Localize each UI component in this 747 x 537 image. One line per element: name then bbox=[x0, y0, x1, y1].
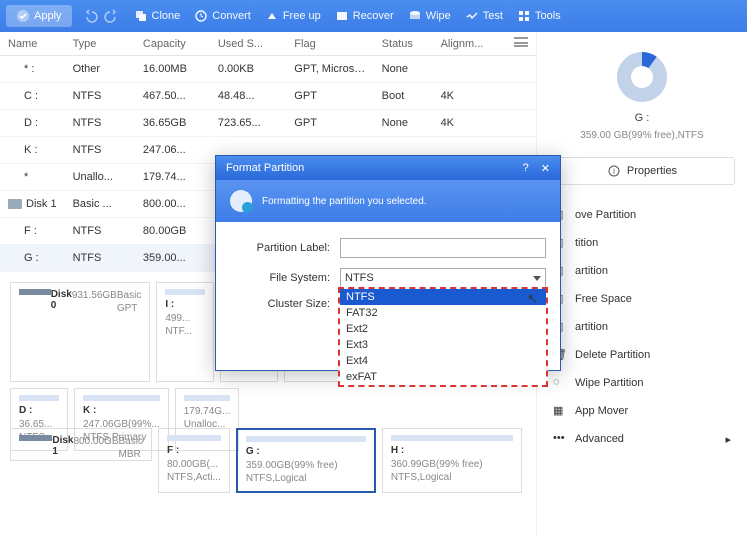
svg-text:i: i bbox=[613, 167, 615, 176]
partition-card[interactable]: H :360.99GB(99% free)NTFS,Logical bbox=[382, 428, 522, 493]
properties-button[interactable]: i Properties bbox=[549, 157, 735, 185]
help-icon[interactable]: ? bbox=[523, 162, 529, 175]
col-align[interactable]: Alignm... bbox=[433, 32, 506, 56]
convert-button[interactable]: Convert bbox=[190, 9, 255, 23]
disk1-row: Disk 1800.00GBBasic MBRF :80.00GB(...NTF… bbox=[0, 424, 536, 503]
close-icon[interactable]: ✕ bbox=[541, 162, 550, 175]
filesystem-select[interactable]: NTFS bbox=[340, 268, 546, 288]
dialog-subtitle-bar: Formatting the partition you selected. bbox=[216, 180, 560, 222]
clone-icon bbox=[134, 9, 148, 23]
filesystem-option[interactable]: Ext3 bbox=[340, 337, 546, 353]
col-type[interactable]: Type bbox=[65, 32, 135, 56]
filesystem-option[interactable]: exFAT bbox=[340, 369, 546, 385]
tools-icon bbox=[517, 9, 531, 23]
usage-pie-icon bbox=[617, 52, 667, 102]
side-menu-item[interactable]: ◫artition bbox=[549, 313, 735, 341]
recover-button[interactable]: Recover bbox=[331, 9, 398, 23]
apply-button[interactable]: Apply bbox=[6, 5, 72, 27]
filesystem-option[interactable]: FAT32 bbox=[340, 305, 546, 321]
table-row[interactable]: D :NTFS36.65GB723.65...GPTNone4K bbox=[0, 110, 536, 137]
dialog-subtitle: Formatting the partition you selected. bbox=[262, 196, 427, 207]
disk-summary-card[interactable]: Disk 0931.56GBBasic GPT bbox=[10, 282, 150, 382]
col-status[interactable]: Status bbox=[374, 32, 433, 56]
freeup-icon bbox=[265, 9, 279, 23]
menu-icon: ▦ bbox=[553, 404, 567, 418]
col-capacity[interactable]: Capacity bbox=[135, 32, 210, 56]
filesystem-dropdown: ↖ NTFSFAT32Ext2Ext3Ext4exFAT bbox=[338, 287, 548, 387]
format-icon bbox=[230, 190, 252, 212]
partition-label-label: Partition Label: bbox=[230, 242, 330, 254]
clone-button[interactable]: Clone bbox=[130, 9, 185, 23]
menu-icon: ••• bbox=[553, 432, 567, 446]
convert-icon bbox=[194, 9, 208, 23]
undo-redo-group bbox=[78, 9, 124, 23]
side-menu-item[interactable]: ▦App Mover bbox=[549, 397, 735, 425]
test-button[interactable]: Test bbox=[461, 9, 507, 23]
side-menu-item[interactable]: ◫ove Partition bbox=[549, 201, 735, 229]
col-flag[interactable]: Flag bbox=[286, 32, 373, 56]
col-used[interactable]: Used S... bbox=[210, 32, 286, 56]
col-sort[interactable] bbox=[506, 32, 536, 56]
disk-summary-card[interactable]: Disk 1800.00GBBasic MBR bbox=[10, 428, 152, 461]
table-row[interactable]: * :Other16.00MB0.00KBGPT, Microsoft ...N… bbox=[0, 56, 536, 83]
menu-icon: ◌ bbox=[553, 376, 567, 390]
filesystem-option[interactable]: NTFS bbox=[340, 289, 546, 305]
freeup-button[interactable]: Free up bbox=[261, 9, 325, 23]
partition-card[interactable]: I :499...NTF... bbox=[156, 282, 214, 382]
side-menu-item[interactable]: ◌Wipe Partition bbox=[549, 369, 735, 397]
dialog-titlebar[interactable]: Format Partition ? ✕ bbox=[216, 156, 560, 180]
toolbar: Apply Clone Convert Free up Recover Wipe… bbox=[0, 0, 747, 32]
filesystem-label: File System: bbox=[230, 272, 330, 284]
side-drive-detail: 359.00 GB(99% free),NTFS bbox=[549, 130, 735, 141]
side-drive-label: G : bbox=[549, 112, 735, 124]
tools-button[interactable]: Tools bbox=[513, 9, 565, 23]
partition-card[interactable]: G :359.00GB(99% free)NTFS,Logical bbox=[236, 428, 376, 493]
chevron-down-icon bbox=[533, 276, 541, 281]
side-menu-item[interactable]: ◫artition bbox=[549, 257, 735, 285]
chevron-right-icon: ▸ bbox=[725, 433, 731, 446]
redo-icon[interactable] bbox=[104, 9, 118, 23]
test-icon bbox=[465, 9, 479, 23]
format-partition-dialog: Format Partition ? ✕ Formatting the part… bbox=[215, 155, 561, 371]
undo-icon[interactable] bbox=[84, 9, 98, 23]
apply-label: Apply bbox=[34, 10, 62, 22]
side-menu-item[interactable]: ◫tition bbox=[549, 229, 735, 257]
sort-icon bbox=[514, 37, 528, 47]
side-menu-item[interactable]: •••Advanced▸ bbox=[549, 425, 735, 453]
side-menu-item[interactable]: 🗑Delete Partition bbox=[549, 341, 735, 369]
table-header-row: Name Type Capacity Used S... Flag Status… bbox=[0, 32, 536, 56]
info-icon: i bbox=[607, 164, 621, 178]
filesystem-option[interactable]: Ext4 bbox=[340, 353, 546, 369]
partition-label-input[interactable] bbox=[340, 238, 546, 258]
wipe-button[interactable]: Wipe bbox=[404, 9, 455, 23]
check-icon bbox=[16, 9, 30, 23]
dialog-title: Format Partition bbox=[226, 162, 304, 174]
side-panel: G : 359.00 GB(99% free),NTFS i Propertie… bbox=[537, 32, 747, 537]
disk-icon bbox=[8, 199, 22, 209]
partition-card[interactable]: F :80.00GB(...NTFS,Acti... bbox=[158, 428, 230, 493]
cluster-size-label: Cluster Size: bbox=[230, 298, 330, 310]
recover-icon bbox=[335, 9, 349, 23]
table-row[interactable]: C :NTFS467.50...48.48...GPTBoot4K bbox=[0, 83, 536, 110]
side-menu-item[interactable]: ◫Free Space bbox=[549, 285, 735, 313]
wipe-icon bbox=[408, 9, 422, 23]
col-name[interactable]: Name bbox=[0, 32, 65, 56]
filesystem-option[interactable]: Ext2 bbox=[340, 321, 546, 337]
